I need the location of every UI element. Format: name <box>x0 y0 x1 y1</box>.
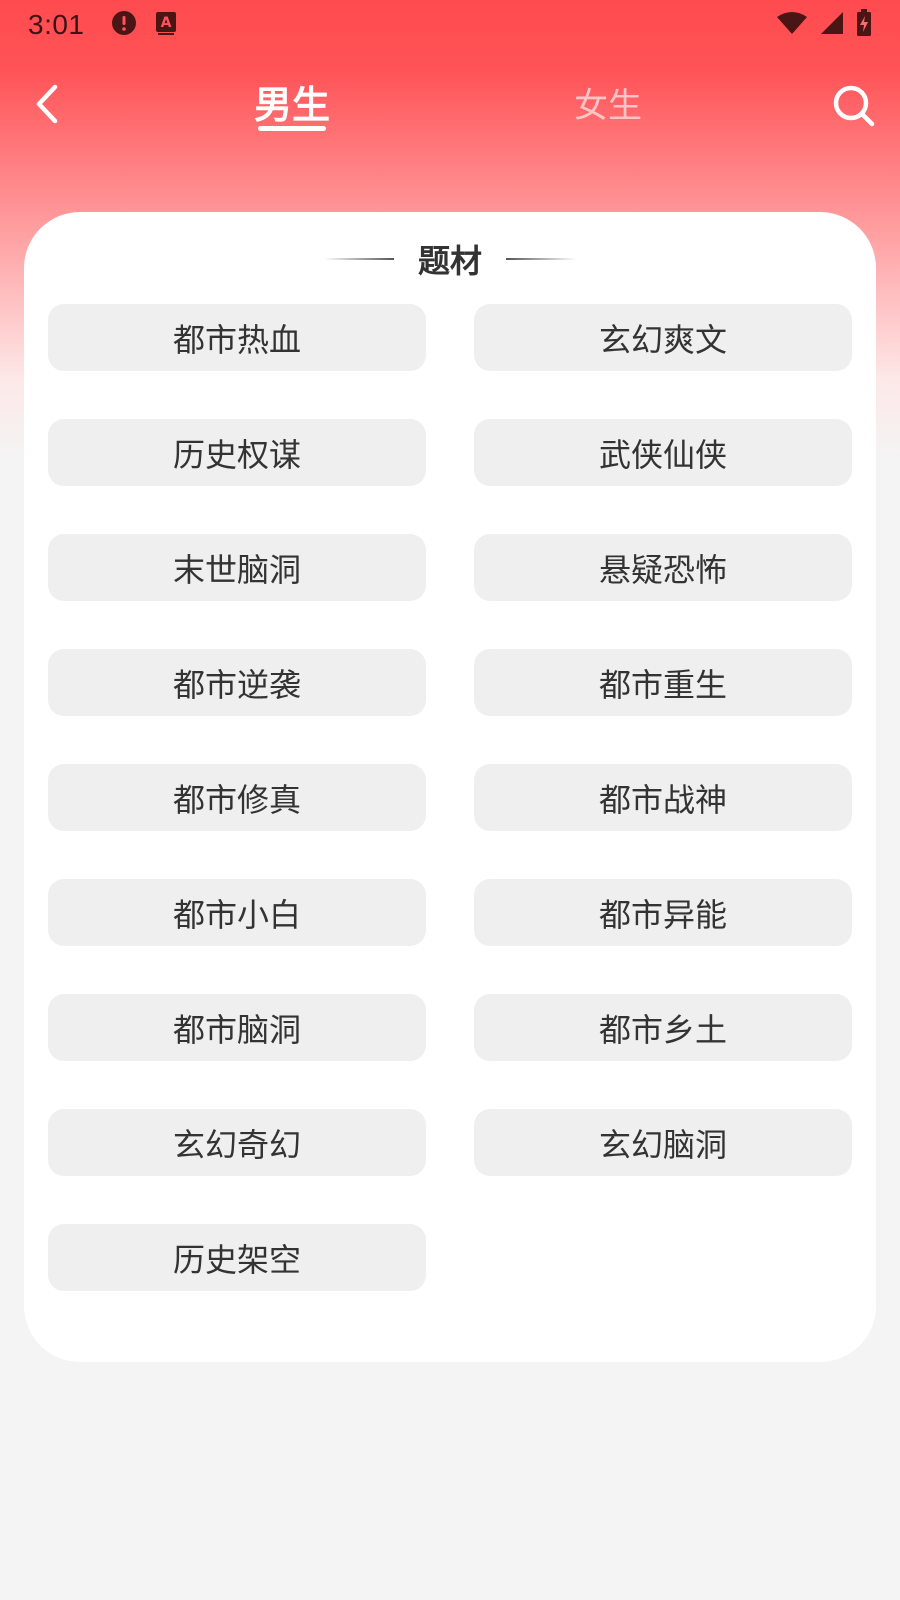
genre-tag[interactable]: 末世脑洞 <box>48 534 426 601</box>
section-title: 题材 <box>417 242 482 280</box>
svg-text:A: A <box>160 15 171 31</box>
status-time: 3:01 <box>28 9 85 40</box>
status-bar: 3:01 A <box>0 0 900 50</box>
genre-tag[interactable]: 玄幻爽文 <box>474 304 852 371</box>
genre-tag[interactable]: 悬疑恐怖 <box>474 534 852 601</box>
title-divider-right <box>506 258 576 260</box>
active-tab-indicator <box>258 126 326 131</box>
search-button[interactable] <box>826 78 882 134</box>
genre-card: 题材 都市热血 玄幻爽文 历史权谋 武侠仙侠 末世脑洞 悬疑恐怖 都市逆袭 都市… <box>24 212 876 1362</box>
genre-tag[interactable]: 都市异能 <box>474 879 852 946</box>
status-icons-right <box>776 9 872 41</box>
tab-male[interactable]: 男生 <box>254 74 330 129</box>
genre-tag[interactable]: 都市小白 <box>48 879 426 946</box>
genre-tag[interactable]: 都市逆袭 <box>48 649 426 716</box>
genre-tag[interactable]: 都市脑洞 <box>48 994 426 1061</box>
genre-tag[interactable]: 都市乡土 <box>474 994 852 1061</box>
genre-tag[interactable]: 都市修真 <box>48 764 426 831</box>
status-icons-left: A <box>111 10 177 40</box>
signal-icon <box>820 11 844 39</box>
genre-tag[interactable]: 玄幻脑洞 <box>474 1109 852 1176</box>
wifi-icon <box>776 11 808 39</box>
genre-tag-grid: 都市热血 玄幻爽文 历史权谋 武侠仙侠 末世脑洞 悬疑恐怖 都市逆袭 都市重生 … <box>48 304 852 1291</box>
back-button[interactable] <box>22 76 72 132</box>
genre-tag[interactable]: 都市战神 <box>474 764 852 831</box>
title-divider-left <box>323 258 394 260</box>
genre-tag[interactable]: 都市重生 <box>474 649 852 716</box>
genre-tag[interactable]: 都市热血 <box>48 304 426 371</box>
alert-circle-icon <box>111 10 137 40</box>
section-header: 题材 <box>24 234 876 284</box>
genre-tag[interactable]: 历史权谋 <box>48 419 426 486</box>
genre-tag[interactable]: 历史架空 <box>48 1224 426 1291</box>
tab-female[interactable]: 女生 <box>574 78 642 127</box>
search-icon <box>833 85 875 127</box>
battery-charging-icon <box>856 9 872 41</box>
genre-tag[interactable]: 玄幻奇幻 <box>48 1109 426 1176</box>
genre-tag[interactable]: 武侠仙侠 <box>474 419 852 486</box>
back-arrow-icon <box>36 84 58 124</box>
top-nav-bar: 男生 女生 <box>0 60 900 150</box>
text-a-icon: A <box>155 11 177 39</box>
